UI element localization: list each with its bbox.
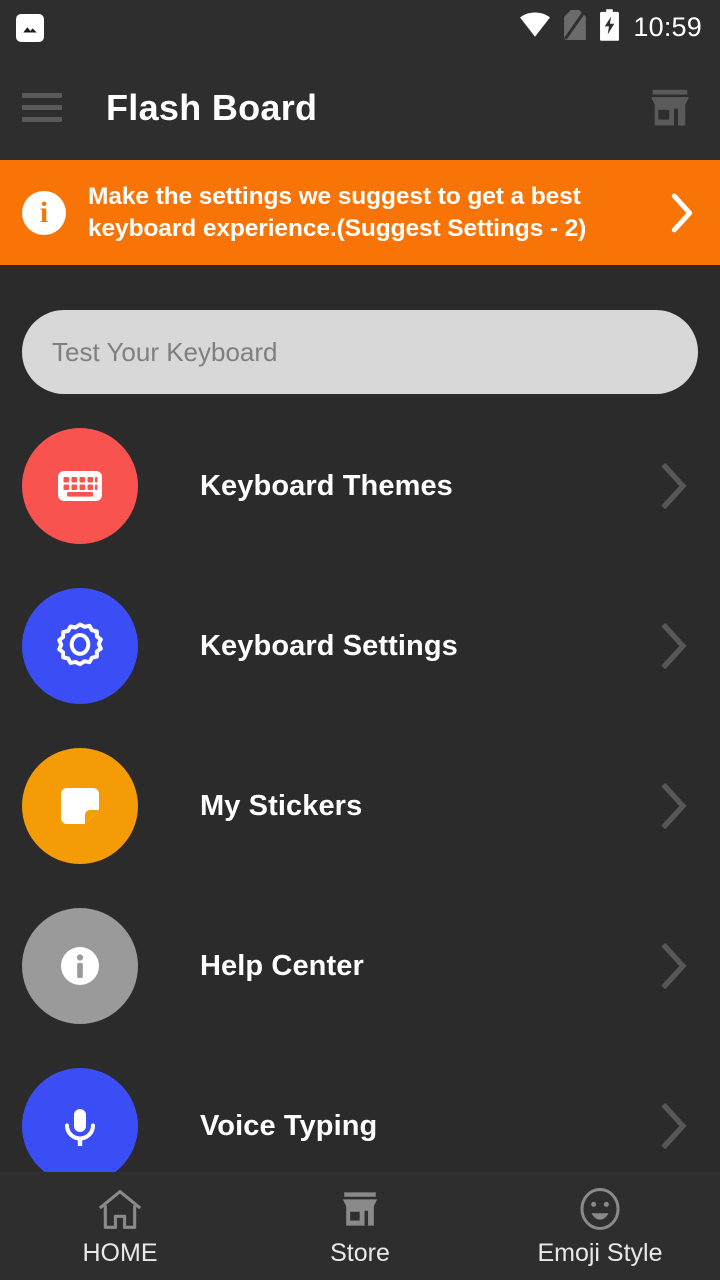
menu-item-keyboard-settings[interactable]: Keyboard Settings xyxy=(0,566,720,726)
nav-item-store[interactable]: Store xyxy=(240,1185,480,1268)
menu-item-label: My Stickers xyxy=(200,789,363,822)
menu-item-label: Keyboard Settings xyxy=(200,629,458,662)
test-keyboard-input[interactable] xyxy=(22,310,698,394)
wifi-icon xyxy=(519,12,551,43)
nav-item-label: Emoji Style xyxy=(537,1238,663,1267)
status-bar-left xyxy=(16,13,44,42)
store-icon[interactable] xyxy=(644,82,696,134)
chevron-right-icon xyxy=(654,943,694,989)
menu-item-label: Voice Typing xyxy=(200,1109,378,1142)
gear-icon xyxy=(22,588,138,704)
nav-item-label: Store xyxy=(330,1238,390,1267)
chevron-right-icon xyxy=(654,1103,694,1149)
chevron-right-icon xyxy=(654,463,694,509)
banner-text: Make the settings we suggest to get a be… xyxy=(88,183,587,242)
info-icon: i xyxy=(22,190,66,235)
microphone-icon xyxy=(22,1068,138,1184)
chevron-right-icon xyxy=(654,623,694,669)
menu-item-my-stickers[interactable]: My Stickers xyxy=(0,726,720,886)
chevron-right-icon xyxy=(654,783,694,829)
chevron-right-icon xyxy=(664,193,700,233)
suggest-settings-banner[interactable]: i Make the settings we suggest to get a … xyxy=(0,160,720,265)
app-screen: 10:59 Flash Board i Make the settings we… xyxy=(0,0,720,1280)
menu-item-label: Keyboard Themes xyxy=(200,469,453,502)
sticker-icon xyxy=(22,748,138,864)
test-keyboard-section xyxy=(0,270,720,394)
nav-item-label: HOME xyxy=(82,1238,158,1267)
nav-item-home[interactable]: HOME xyxy=(0,1185,240,1268)
bottom-navigation-bar: HOME Store Emoji Style xyxy=(0,1172,720,1280)
status-bar-clock: 10:59 xyxy=(633,12,702,42)
status-bar-right: 10:59 xyxy=(519,9,702,46)
menu-list: Keyboard Themes Keyboard Settings My Sti… xyxy=(0,406,720,1206)
store-icon xyxy=(339,1185,381,1233)
hamburger-menu-icon[interactable] xyxy=(22,85,68,131)
info-icon xyxy=(22,908,138,1024)
menu-item-keyboard-themes[interactable]: Keyboard Themes xyxy=(0,406,720,566)
nav-item-emoji-style[interactable]: Emoji Style xyxy=(480,1185,720,1268)
screenshot-image-icon xyxy=(16,13,44,42)
menu-item-label: Help Center xyxy=(200,949,364,982)
status-bar: 10:59 xyxy=(0,0,720,55)
app-bar: Flash Board xyxy=(0,55,720,160)
home-icon xyxy=(96,1185,144,1233)
page-title: Flash Board xyxy=(106,86,318,128)
sim-card-off-icon xyxy=(564,10,587,45)
battery-charging-icon xyxy=(599,9,620,46)
emoji-smiley-icon xyxy=(577,1185,623,1233)
main-content: Keyboard Themes Keyboard Settings xyxy=(0,270,720,1280)
keyboard-icon xyxy=(22,428,138,544)
menu-item-help-center[interactable]: Help Center xyxy=(0,886,720,1046)
